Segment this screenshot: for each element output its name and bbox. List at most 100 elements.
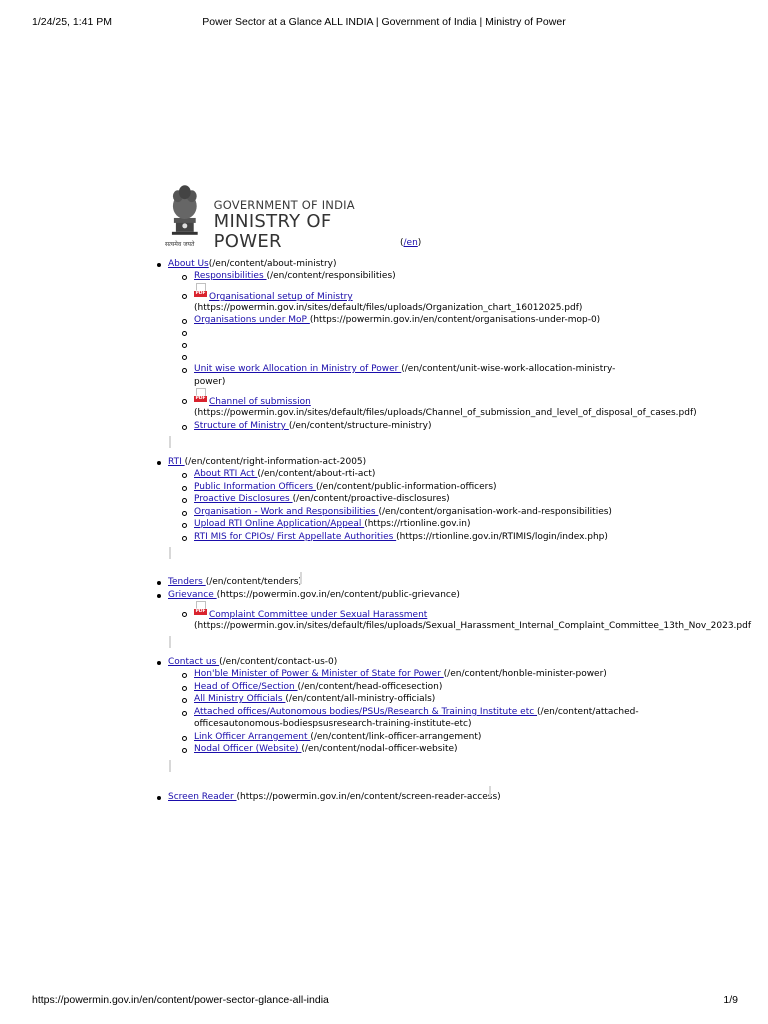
submenu-item: Link Officer Arrangement (/en/content/li… [194, 732, 482, 742]
menu-tenders: Tenders (/en/content/tenders) [168, 577, 302, 587]
separator-mark [169, 636, 171, 648]
structure-of-ministry-link[interactable]: Structure of Ministry [194, 421, 289, 431]
home-link[interactable]: /en [404, 238, 418, 248]
all-ministry-officials-link[interactable]: All Ministry Officials [194, 694, 285, 704]
proactive-disclosures-link[interactable]: Proactive Disclosures [194, 494, 293, 504]
about-rti-act-link[interactable]: About RTI Act [194, 469, 257, 479]
rti-link[interactable]: RTI [168, 457, 185, 467]
separator-mark [169, 760, 171, 772]
bullet-circle [182, 673, 187, 678]
separator-mark [169, 436, 171, 448]
bullet-circle [182, 511, 187, 516]
bullet-dot [157, 263, 161, 267]
link-officer-link[interactable]: Link Officer Arrangement [194, 732, 310, 742]
bullet-circle [182, 711, 187, 716]
responsibilities-link[interactable]: Responsibilities [194, 271, 267, 281]
bullet-circle [182, 319, 187, 324]
menu-contact: Contact us (/en/content/contact-us-0) [168, 657, 338, 667]
head-of-office-link[interactable]: Head of Office/Section [194, 682, 298, 692]
tenders-link[interactable]: Tenders [168, 577, 206, 587]
bullet-circle [182, 368, 187, 373]
bullet-circle-empty [182, 343, 187, 348]
bullet-circle [182, 536, 187, 541]
pdf-icon: PDF [194, 388, 207, 405]
submenu-item: Attached offices/Autonomous bodies/PSUs/… [194, 707, 639, 717]
menu-about: About Us(/en/content/about-ministry) [168, 258, 337, 271]
submenu-item: Structure of Ministry (/en/content/struc… [194, 421, 432, 431]
submenu-item: Organisations under MoP (https://powermi… [194, 315, 601, 325]
submenu-item: Responsibilities (/en/content/responsibi… [194, 271, 396, 281]
submenu-item: Upload RTI Online Application/Appeal (ht… [194, 519, 471, 529]
submenu-item: Unit wise work Allocation in Ministry of… [194, 364, 616, 374]
rti-mis-link[interactable]: RTI MIS for CPIOs/ First Appellate Autho… [194, 532, 396, 542]
page-number: 1/9 [723, 994, 738, 1006]
ministry-logo[interactable]: GOVERNMENT OF INDIA MINISTRY OF POWER [164, 182, 404, 252]
bullet-dot [157, 581, 161, 585]
channel-of-submission-link[interactable]: Channel of submission [209, 397, 311, 407]
bullet-dot [157, 796, 161, 800]
submenu-url: power) [194, 377, 226, 387]
bullet-circle [182, 612, 187, 617]
bullet-circle [182, 523, 187, 528]
pdf-icon: PDF [194, 601, 207, 618]
submenu-item: Public Information Officers (/en/content… [194, 482, 497, 492]
bullet-dot [157, 661, 161, 665]
bullet-circle [182, 294, 187, 299]
national-emblem-icon [171, 185, 198, 235]
bullet-circle [182, 473, 187, 478]
submenu-url: (https://powermin.gov.in/sites/default/f… [194, 408, 697, 418]
submenu-item: Proactive Disclosures (/en/content/proac… [194, 494, 450, 504]
menu-grievance: Grievance (https://powermin.gov.in/en/co… [168, 590, 460, 600]
attached-offices-link[interactable]: Attached offices/Autonomous bodies/PSUs/… [194, 707, 537, 717]
public-information-officers-link[interactable]: Public Information Officers [194, 482, 316, 492]
bullet-circle-empty [182, 331, 187, 336]
grievance-link[interactable]: Grievance [168, 590, 217, 600]
submenu-item: About RTI Act (/en/content/about-rti-act… [194, 469, 376, 479]
submenu-item: All Ministry Officials (/en/content/all-… [194, 694, 436, 704]
government-of-india-text: GOVERNMENT OF INDIA [213, 198, 355, 212]
submenu-url: officesautonomous-bodiespsusresearch-tra… [194, 719, 472, 729]
upload-rti-link[interactable]: Upload RTI Online Application/Appeal [194, 519, 364, 529]
bullet-circle [182, 748, 187, 753]
emblem-motto: सत्यमेव जयते [165, 241, 195, 248]
home-url: (/en) [400, 238, 422, 248]
submenu-item: Organisation - Work and Responsibilities… [194, 507, 612, 517]
pdf-icon: PDF [194, 283, 207, 300]
submenu-url: (https://powermin.gov.in/sites/default/f… [194, 621, 752, 631]
separator-mark [489, 786, 491, 798]
page-url: https://powermin.gov.in/en/content/power… [32, 994, 329, 1006]
organisation-work-link[interactable]: Organisation - Work and Responsibilities [194, 507, 378, 517]
honble-minister-link[interactable]: Hon'ble Minister of Power & Minister of … [194, 669, 444, 679]
bullet-dot [157, 594, 161, 598]
contact-us-link[interactable]: Contact us [168, 657, 219, 667]
about-us-url: (/en/content/about-ministry) [208, 259, 337, 269]
ministry-of-power-text: MINISTRY OF POWER [213, 211, 332, 252]
screen-reader-link[interactable]: Screen Reader [168, 792, 237, 802]
bullet-circle [182, 736, 187, 741]
about-us-link[interactable]: About Us [168, 259, 209, 269]
nodal-officer-link[interactable]: Nodal Officer (Website) [194, 744, 301, 754]
separator-mark [169, 547, 171, 559]
bullet-circle [182, 425, 187, 430]
organisational-setup-link[interactable]: Organisational setup of Ministry [209, 292, 353, 302]
separator-mark [300, 572, 302, 584]
menu-screen-reader: Screen Reader (https://powermin.gov.in/e… [168, 792, 501, 802]
page-content: GOVERNMENT OF INDIA MINISTRY OF POWER सत… [0, 0, 768, 1024]
ministry-name: GOVERNMENT OF INDIA MINISTRY OF POWER [214, 182, 404, 252]
bullet-circle [182, 486, 187, 491]
submenu-item: RTI MIS for CPIOs/ First Appellate Autho… [194, 532, 608, 542]
bullet-circle [182, 275, 187, 280]
bullet-circle [182, 399, 187, 404]
unit-wise-allocation-link[interactable]: Unit wise work Allocation in Ministry of… [194, 364, 401, 374]
bullet-circle [182, 698, 187, 703]
bullet-circle [182, 686, 187, 691]
bullet-dot [157, 461, 161, 465]
bullet-circle-empty [182, 355, 187, 360]
bullet-circle [182, 498, 187, 503]
organisations-under-mop-link[interactable]: Organisations under MoP [194, 315, 310, 325]
submenu-item: Nodal Officer (Website) (/en/content/nod… [194, 744, 458, 754]
submenu-item: Hon'ble Minister of Power & Minister of … [194, 669, 607, 679]
complaint-committee-link[interactable]: Complaint Committee under Sexual Harassm… [209, 610, 427, 620]
submenu-url: (https://powermin.gov.in/sites/default/f… [194, 303, 583, 313]
menu-rti: RTI (/en/content/right-information-act-2… [168, 457, 367, 467]
